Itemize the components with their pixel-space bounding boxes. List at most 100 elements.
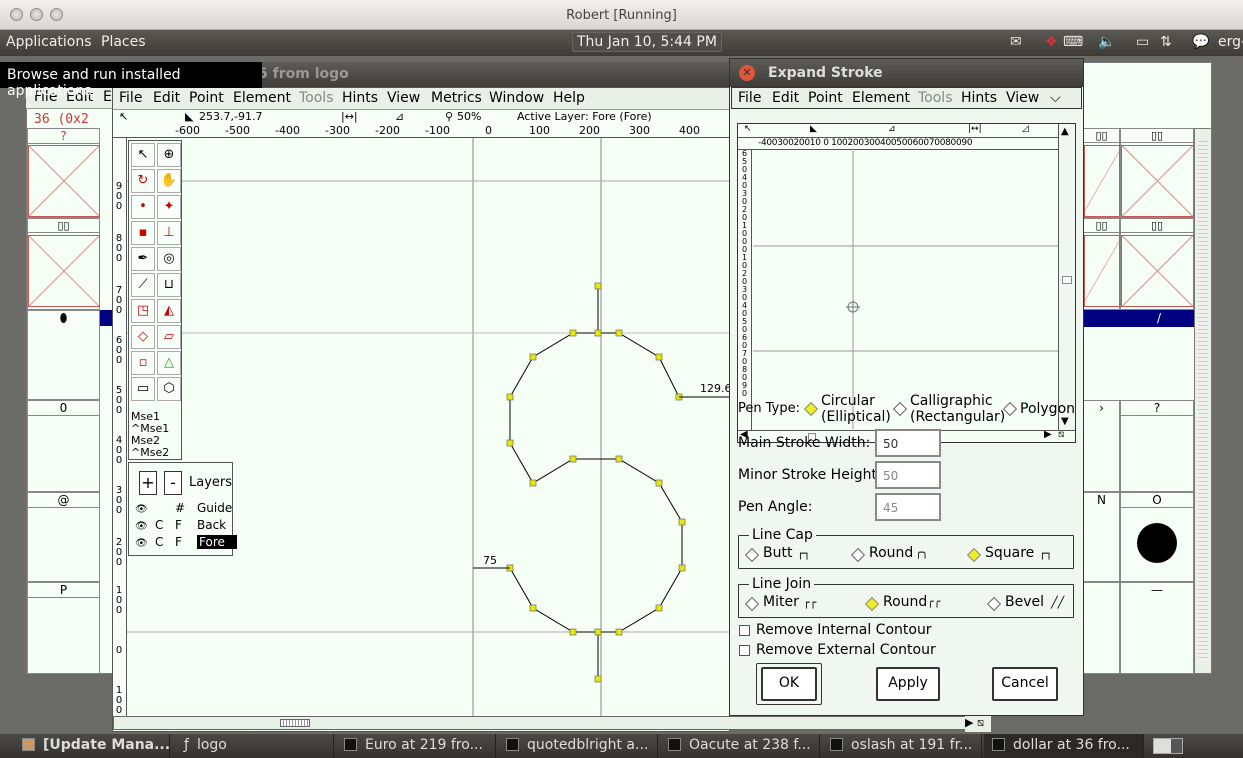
glyph-canvas[interactable]: 129.6 75 xyxy=(127,138,729,716)
remove-internal-label[interactable]: Remove Internal Contour xyxy=(756,622,932,638)
magnify-tool-icon[interactable]: ⊕ xyxy=(157,143,181,167)
dlg-menu-hints[interactable]: Hints xyxy=(961,90,997,106)
cap-round-radio[interactable] xyxy=(850,547,866,563)
font-view-scrollbar[interactable] xyxy=(1194,128,1212,674)
char-view-hscroll[interactable] xyxy=(113,716,985,730)
menu-help[interactable]: Help xyxy=(553,90,585,106)
perspective-tool-icon[interactable]: △ xyxy=(157,351,181,375)
applications-menu[interactable]: Applications xyxy=(6,34,92,50)
keyboard-icon[interactable]: ⌨ xyxy=(1063,34,1083,50)
dlg-menu-tools[interactable]: Tools xyxy=(918,90,953,106)
apply-button[interactable]: Apply xyxy=(876,667,940,701)
cap-butt-label[interactable]: Butt xyxy=(763,545,792,561)
selected-glyph-row[interactable]: / xyxy=(1083,310,1194,327)
pointer-tool-icon[interactable]: ↖ xyxy=(131,143,155,167)
join-miter-label[interactable]: Miter xyxy=(763,594,799,610)
pen-type-polygon-label[interactable]: Polygon xyxy=(1020,401,1075,417)
dlg-menu-view[interactable]: View xyxy=(1006,90,1039,106)
glyph-cell[interactable]: ▯▯ xyxy=(1083,128,1120,218)
remove-external-label[interactable]: Remove External Contour xyxy=(756,642,936,658)
main-stroke-width-field[interactable]: 50 xyxy=(875,429,941,457)
join-bevel-label[interactable]: Bevel xyxy=(1005,594,1044,610)
freehand-tool-icon[interactable]: ↻ xyxy=(131,169,155,193)
places-menu[interactable]: Places xyxy=(101,34,146,50)
pen-tool-icon[interactable]: ✒ xyxy=(131,247,155,271)
remove-internal-checkbox[interactable] xyxy=(739,625,750,636)
clock[interactable]: Thu Jan 10, 5:44 PM xyxy=(572,32,722,52)
glyph-cell[interactable]: › xyxy=(1083,400,1120,492)
glyph-cell[interactable]: N xyxy=(1083,492,1120,582)
glyph-cell[interactable]: ▯▯ xyxy=(1120,128,1194,218)
ok-button[interactable]: OK xyxy=(761,667,817,701)
scroll-arrows[interactable]: ▶ ⧅ xyxy=(965,716,991,732)
menu-element[interactable]: Element xyxy=(233,90,291,106)
menu-edit[interactable]: Edit xyxy=(153,90,180,106)
glyph-cell[interactable]: ▯▯ xyxy=(1083,218,1120,310)
cap-square-radio[interactable] xyxy=(966,547,982,563)
task-logo[interactable]: ƒ logo xyxy=(176,734,334,758)
workspace-switcher[interactable] xyxy=(1153,738,1183,754)
task-update-manager[interactable]: [Update Mana... xyxy=(14,734,170,758)
remove-external-checkbox[interactable] xyxy=(739,645,750,656)
glyph-cell[interactable]: 0 xyxy=(27,400,100,492)
pen-angle-field[interactable]: 45 xyxy=(875,493,941,521)
knife-tool-icon[interactable]: ⟋ xyxy=(131,273,155,297)
user-name[interactable]: erg- xyxy=(1218,34,1243,50)
tangent-point-tool-icon[interactable]: ⊥ xyxy=(157,221,181,245)
overflow-chevron-icon[interactable]: ⌵ xyxy=(1050,90,1061,106)
glyph-cell[interactable] xyxy=(1083,582,1120,674)
remove-layer-button[interactable]: - xyxy=(164,471,182,495)
glyph-cell[interactable]: @ xyxy=(27,492,100,582)
dlg-menu-element[interactable]: Element xyxy=(852,90,910,106)
polygon-tool-icon[interactable]: ⬡ xyxy=(157,377,181,401)
task-oacute[interactable]: Oacute at 238 f... xyxy=(660,734,820,758)
dropbox-icon[interactable]: ❖ xyxy=(1045,34,1058,50)
3d-rotate-tool-icon[interactable]: ▫ xyxy=(131,351,155,375)
pen-type-calligraphic-label[interactable]: Calligraphic (Rectangular) xyxy=(910,393,1005,425)
glyph-cell[interactable]: ▯▯ xyxy=(27,218,100,310)
dlg-menu-point[interactable]: Point xyxy=(808,90,843,106)
minor-stroke-height-field[interactable]: 50 xyxy=(875,461,941,489)
curve-point-tool-icon[interactable]: • xyxy=(131,195,155,219)
task-euro[interactable]: Euro at 219 fro... xyxy=(336,734,496,758)
rectangle-tool-icon[interactable]: ▭ xyxy=(131,377,155,401)
add-layer-button[interactable]: + xyxy=(139,471,157,495)
volume-icon[interactable]: 🔈 xyxy=(1098,34,1115,50)
menu-point[interactable]: Point xyxy=(189,90,224,106)
preview-vscroll[interactable]: ▲ ▼ xyxy=(1058,124,1075,430)
preview-canvas[interactable] xyxy=(753,151,1058,429)
task-quotedblright[interactable]: quotedblright a... xyxy=(498,734,658,758)
task-oslash[interactable]: oslash at 191 fr... xyxy=(822,734,982,758)
corner-point-tool-icon[interactable]: ▪ xyxy=(131,221,155,245)
hvcurve-point-tool-icon[interactable]: ✦ xyxy=(157,195,181,219)
join-bevel-radio[interactable] xyxy=(986,596,1002,612)
menu-view[interactable]: View xyxy=(387,90,420,106)
flip-tool-icon[interactable]: ◭ xyxy=(157,299,181,323)
join-round-radio[interactable] xyxy=(864,596,880,612)
layer-row-back[interactable]: 👁 C F Back xyxy=(135,518,231,532)
menu-file[interactable]: File xyxy=(119,90,142,106)
scale-tool-icon[interactable]: ◳ xyxy=(131,299,155,323)
spiro-tool-icon[interactable]: ◎ xyxy=(157,247,181,271)
layer-row-fore[interactable]: 👁 C F Fore xyxy=(135,535,237,549)
glyph-cell[interactable]: P xyxy=(27,582,100,674)
cap-butt-radio[interactable] xyxy=(744,547,760,563)
join-miter-radio[interactable] xyxy=(744,596,760,612)
menu-window[interactable]: Window xyxy=(489,90,544,106)
menu-hints[interactable]: Hints xyxy=(342,90,378,106)
network-icon[interactable]: ⇅ xyxy=(1160,34,1172,50)
hand-tool-icon[interactable]: ✋ xyxy=(157,169,181,193)
task-dollar[interactable]: dollar at 36 fro... xyxy=(984,734,1144,758)
glyph-cell[interactable]: — xyxy=(1120,582,1194,674)
close-icon[interactable]: ✕ xyxy=(739,65,755,81)
layer-row-guide[interactable]: 👁 # Guide xyxy=(135,501,232,515)
menu-tools[interactable]: Tools xyxy=(299,90,334,106)
dlg-menu-file[interactable]: File xyxy=(738,90,761,106)
menu-metrics[interactable]: Metrics xyxy=(431,90,482,106)
fv-menu-element[interactable]: E xyxy=(103,89,112,105)
glyph-cell[interactable]: ? xyxy=(1120,400,1194,492)
cap-round-label[interactable]: Round xyxy=(869,545,913,561)
stroke-preview[interactable]: ↖ ◣ ⊿ |↔| ◿ -40030020010 0 1002003004005… xyxy=(737,123,1076,443)
rotate-tool-icon[interactable]: ◇ xyxy=(131,325,155,349)
glyph-cell[interactable]: ▯▯ xyxy=(1120,218,1194,310)
